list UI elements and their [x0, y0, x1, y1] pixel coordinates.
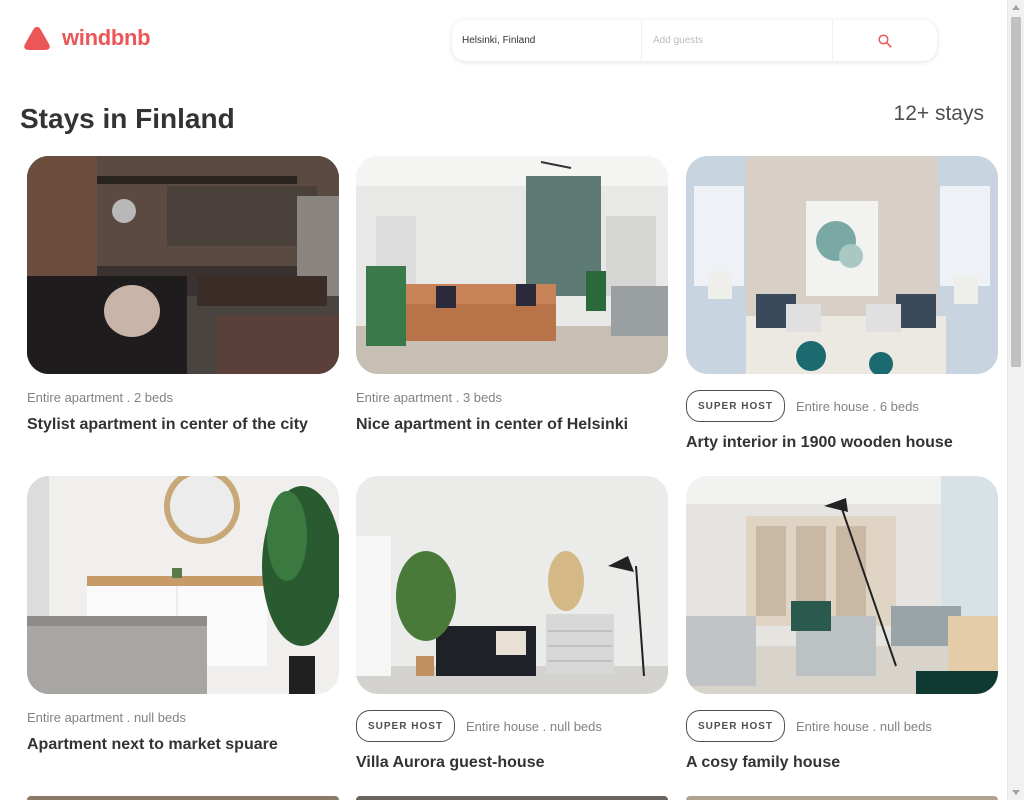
stay-card[interactable]: SUPER HOST Entire house . null beds A co…: [686, 476, 998, 772]
next-card-image-peek: [686, 796, 998, 800]
stay-kind: Entire house . 6 beds: [796, 398, 919, 414]
stay-card[interactable]: SUPER HOST Entire house . null beds Vill…: [356, 476, 668, 772]
bright-living-room-photo: [356, 156, 668, 374]
stay-meta: SUPER HOST Entire house . null beds: [356, 710, 668, 742]
stay-kind: Entire apartment . 2 beds: [27, 389, 173, 405]
super-host-badge: SUPER HOST: [686, 390, 786, 422]
stay-meta: Entire apartment . 3 beds: [356, 389, 668, 405]
minimal-room-photo: [356, 476, 668, 694]
stay-card[interactable]: Entire apartment . null beds Apartment n…: [27, 476, 339, 754]
search-button[interactable]: [833, 20, 937, 61]
next-card-image-peek: [27, 796, 339, 800]
bedroom-with-plant-photo: [27, 476, 339, 694]
stay-kind: Entire apartment . 3 beds: [356, 389, 502, 405]
guests-field[interactable]: Add guests: [642, 20, 833, 61]
logo[interactable]: windbnb: [23, 25, 151, 51]
stay-kind: Entire apartment . null beds: [27, 709, 186, 725]
scroll-down-icon[interactable]: [1012, 790, 1020, 795]
stay-meta: Entire apartment . 2 beds: [27, 389, 339, 405]
search-icon: [878, 33, 892, 48]
brand-name: windbnb: [62, 25, 151, 50]
stays-count: 12+ stays: [893, 102, 984, 125]
stay-card[interactable]: Entire apartment . 3 beds Nice apartment…: [356, 156, 668, 434]
logo-icon: [24, 26, 50, 50]
page-title: Stays in Finland: [20, 103, 235, 134]
sofa-with-painting-photo: [686, 156, 998, 374]
stay-kind: Entire house . null beds: [796, 718, 932, 734]
stay-title: Villa Aurora guest-house: [356, 754, 545, 771]
scrollbar[interactable]: [1007, 0, 1024, 800]
stay-title: Apartment next to market spuare: [27, 736, 278, 753]
stay-card[interactable]: Entire apartment . 2 beds Stylist apartm…: [27, 156, 339, 434]
stay-title: Stylist apartment in center of the city: [27, 416, 308, 433]
stay-meta: SUPER HOST Entire house . 6 beds: [686, 390, 998, 422]
stay-meta: SUPER HOST Entire house . null beds: [686, 710, 998, 742]
stay-card[interactable]: SUPER HOST Entire house . 6 beds Arty in…: [686, 156, 998, 452]
super-host-badge: SUPER HOST: [686, 710, 786, 742]
stay-title: Arty interior in 1900 wooden house: [686, 434, 953, 451]
stay-kind: Entire house . null beds: [466, 718, 602, 734]
lounge-chairs-photo: [686, 476, 998, 694]
scrollbar-thumb[interactable]: [1011, 17, 1021, 367]
super-host-badge: SUPER HOST: [356, 710, 456, 742]
stay-title: A cosy family house: [686, 754, 841, 771]
header: windbnb Helsinki, Finland Add guests: [0, 0, 1007, 80]
search-bar: Helsinki, Finland Add guests: [452, 20, 937, 61]
title-row: Stays in Finland 12+ stays: [20, 100, 984, 140]
next-card-image-peek: [356, 796, 668, 800]
stay-title: Nice apartment in center of Helsinki: [356, 416, 629, 433]
stay-meta: Entire apartment . null beds: [27, 709, 339, 725]
scroll-up-icon[interactable]: [1012, 5, 1020, 10]
location-field[interactable]: Helsinki, Finland: [452, 20, 642, 61]
loft-living-room-photo: [27, 156, 339, 374]
